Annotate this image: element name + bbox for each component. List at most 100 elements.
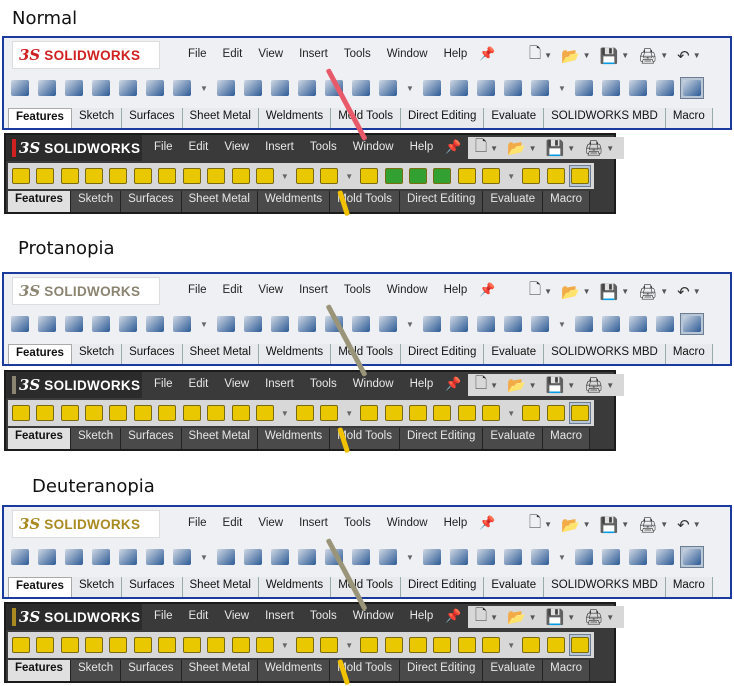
- feature-command-icon[interactable]: [653, 546, 677, 568]
- menu-window[interactable]: Window: [345, 608, 402, 624]
- feature-command-icon[interactable]: [569, 402, 591, 424]
- save-icon[interactable]: 💾: [597, 516, 622, 534]
- menu-help[interactable]: Help: [402, 376, 442, 392]
- feature-command-icon[interactable]: [132, 634, 153, 656]
- feature-command-icon[interactable]: [528, 77, 552, 99]
- feature-command-icon[interactable]: [349, 546, 373, 568]
- tab-weldments[interactable]: Weldments: [257, 428, 331, 449]
- tab-sketch[interactable]: Sketch: [71, 108, 123, 128]
- dropdown-caret-icon[interactable]: ▼: [606, 144, 614, 153]
- feature-command-icon[interactable]: [62, 313, 86, 335]
- menu-edit[interactable]: Edit: [181, 608, 217, 624]
- dropdown-caret-icon[interactable]: ▼: [660, 520, 668, 529]
- feature-command-icon[interactable]: [569, 634, 591, 656]
- tab-features[interactable]: Features: [8, 577, 72, 597]
- feature-command-icon[interactable]: [59, 402, 80, 424]
- feature-command-icon[interactable]: [653, 313, 677, 335]
- feature-command-icon[interactable]: [572, 313, 596, 335]
- dropdown-caret-icon[interactable]: ▼: [567, 381, 575, 390]
- tab-sheet-metal[interactable]: Sheet Metal: [181, 660, 258, 681]
- feature-command-icon[interactable]: [680, 313, 704, 335]
- feature-command-icon[interactable]: [157, 165, 178, 187]
- menu-help[interactable]: Help: [436, 282, 476, 298]
- feature-command-icon[interactable]: [205, 402, 226, 424]
- feature-command-icon[interactable]: [358, 402, 379, 424]
- feature-command-icon[interactable]: [35, 77, 59, 99]
- menu-window[interactable]: Window: [345, 376, 402, 392]
- tab-sheet-metal[interactable]: Sheet Metal: [182, 108, 259, 128]
- tab-weldments[interactable]: Weldments: [257, 660, 331, 681]
- feature-command-icon[interactable]: [481, 634, 502, 656]
- feature-command-icon[interactable]: [108, 634, 129, 656]
- print-icon[interactable]: 🖨: [635, 516, 660, 534]
- feature-command-icon[interactable]: [319, 165, 340, 187]
- feature-command-icon[interactable]: [599, 313, 623, 335]
- dropdown-caret-icon[interactable]: ▼: [403, 313, 417, 335]
- dropdown-caret-icon[interactable]: ▼: [279, 634, 292, 656]
- menu-view[interactable]: View: [216, 139, 257, 155]
- feature-command-icon[interactable]: [599, 546, 623, 568]
- feature-command-icon[interactable]: [241, 313, 265, 335]
- menu-file[interactable]: File: [146, 139, 181, 155]
- feature-command-icon[interactable]: [349, 77, 373, 99]
- dropdown-caret-icon[interactable]: ▼: [606, 613, 614, 622]
- feature-command-icon[interactable]: [521, 165, 542, 187]
- menu-help[interactable]: Help: [402, 608, 442, 624]
- feature-command-icon[interactable]: [349, 313, 373, 335]
- menu-tools[interactable]: Tools: [336, 515, 379, 531]
- tab-evaluate[interactable]: Evaluate: [483, 660, 544, 681]
- undo-icon[interactable]: ↶: [674, 516, 693, 534]
- feature-command-icon[interactable]: [420, 313, 444, 335]
- new-document-icon[interactable]: 🗋: [472, 373, 490, 398]
- new-document-icon[interactable]: 🗋: [472, 136, 490, 161]
- dropdown-caret-icon[interactable]: ▼: [583, 51, 591, 60]
- tab-surfaces[interactable]: Surfaces: [121, 191, 182, 212]
- feature-command-icon[interactable]: [501, 546, 525, 568]
- feature-command-icon[interactable]: [35, 313, 59, 335]
- dropdown-caret-icon[interactable]: ▼: [555, 313, 569, 335]
- menu-tools[interactable]: Tools: [336, 46, 379, 62]
- feature-command-icon[interactable]: [214, 77, 238, 99]
- feature-command-icon[interactable]: [383, 634, 404, 656]
- menu-insert[interactable]: Insert: [291, 46, 336, 62]
- dropdown-caret-icon[interactable]: ▼: [544, 287, 552, 296]
- tab-sketch[interactable]: Sketch: [70, 660, 122, 681]
- feature-command-icon[interactable]: [420, 546, 444, 568]
- feature-command-icon[interactable]: [407, 634, 428, 656]
- feature-command-icon[interactable]: [528, 313, 552, 335]
- feature-command-icon[interactable]: [420, 77, 444, 99]
- feature-command-icon[interactable]: [132, 165, 153, 187]
- tab-sheet-metal[interactable]: Sheet Metal: [182, 344, 259, 364]
- tab-sketch[interactable]: Sketch: [70, 428, 122, 449]
- feature-command-icon[interactable]: [170, 313, 194, 335]
- new-document-icon[interactable]: 🗋: [526, 512, 544, 537]
- dropdown-caret-icon[interactable]: ▼: [621, 287, 629, 296]
- feature-command-icon[interactable]: [230, 402, 251, 424]
- tab-macro[interactable]: Macro: [665, 344, 713, 364]
- tab-features[interactable]: Features: [8, 344, 72, 364]
- feature-command-icon[interactable]: [599, 77, 623, 99]
- feature-command-icon[interactable]: [545, 165, 566, 187]
- feature-command-icon[interactable]: [319, 634, 340, 656]
- feature-command-icon[interactable]: [407, 165, 428, 187]
- menu-help[interactable]: Help: [402, 139, 442, 155]
- feature-command-icon[interactable]: [572, 546, 596, 568]
- dropdown-caret-icon[interactable]: ▼: [505, 634, 518, 656]
- feature-command-icon[interactable]: [319, 402, 340, 424]
- undo-icon[interactable]: ↶: [674, 283, 693, 301]
- feature-command-icon[interactable]: [447, 546, 471, 568]
- open-folder-icon[interactable]: 📂: [504, 376, 529, 394]
- pin-icon[interactable]: 📌: [479, 282, 495, 298]
- tab-sheet-metal[interactable]: Sheet Metal: [182, 577, 259, 597]
- tab-features[interactable]: Features: [8, 108, 72, 128]
- tab-evaluate[interactable]: Evaluate: [484, 108, 545, 128]
- menu-file[interactable]: File: [146, 608, 181, 624]
- menu-edit[interactable]: Edit: [215, 515, 251, 531]
- dropdown-caret-icon[interactable]: ▼: [505, 165, 518, 187]
- feature-command-icon[interactable]: [59, 165, 80, 187]
- feature-command-icon[interactable]: [10, 402, 31, 424]
- open-folder-icon[interactable]: 📂: [504, 139, 529, 157]
- tab-direct-editing[interactable]: Direct Editing: [400, 108, 485, 128]
- feature-command-icon[interactable]: [170, 546, 194, 568]
- tab-surfaces[interactable]: Surfaces: [122, 577, 183, 597]
